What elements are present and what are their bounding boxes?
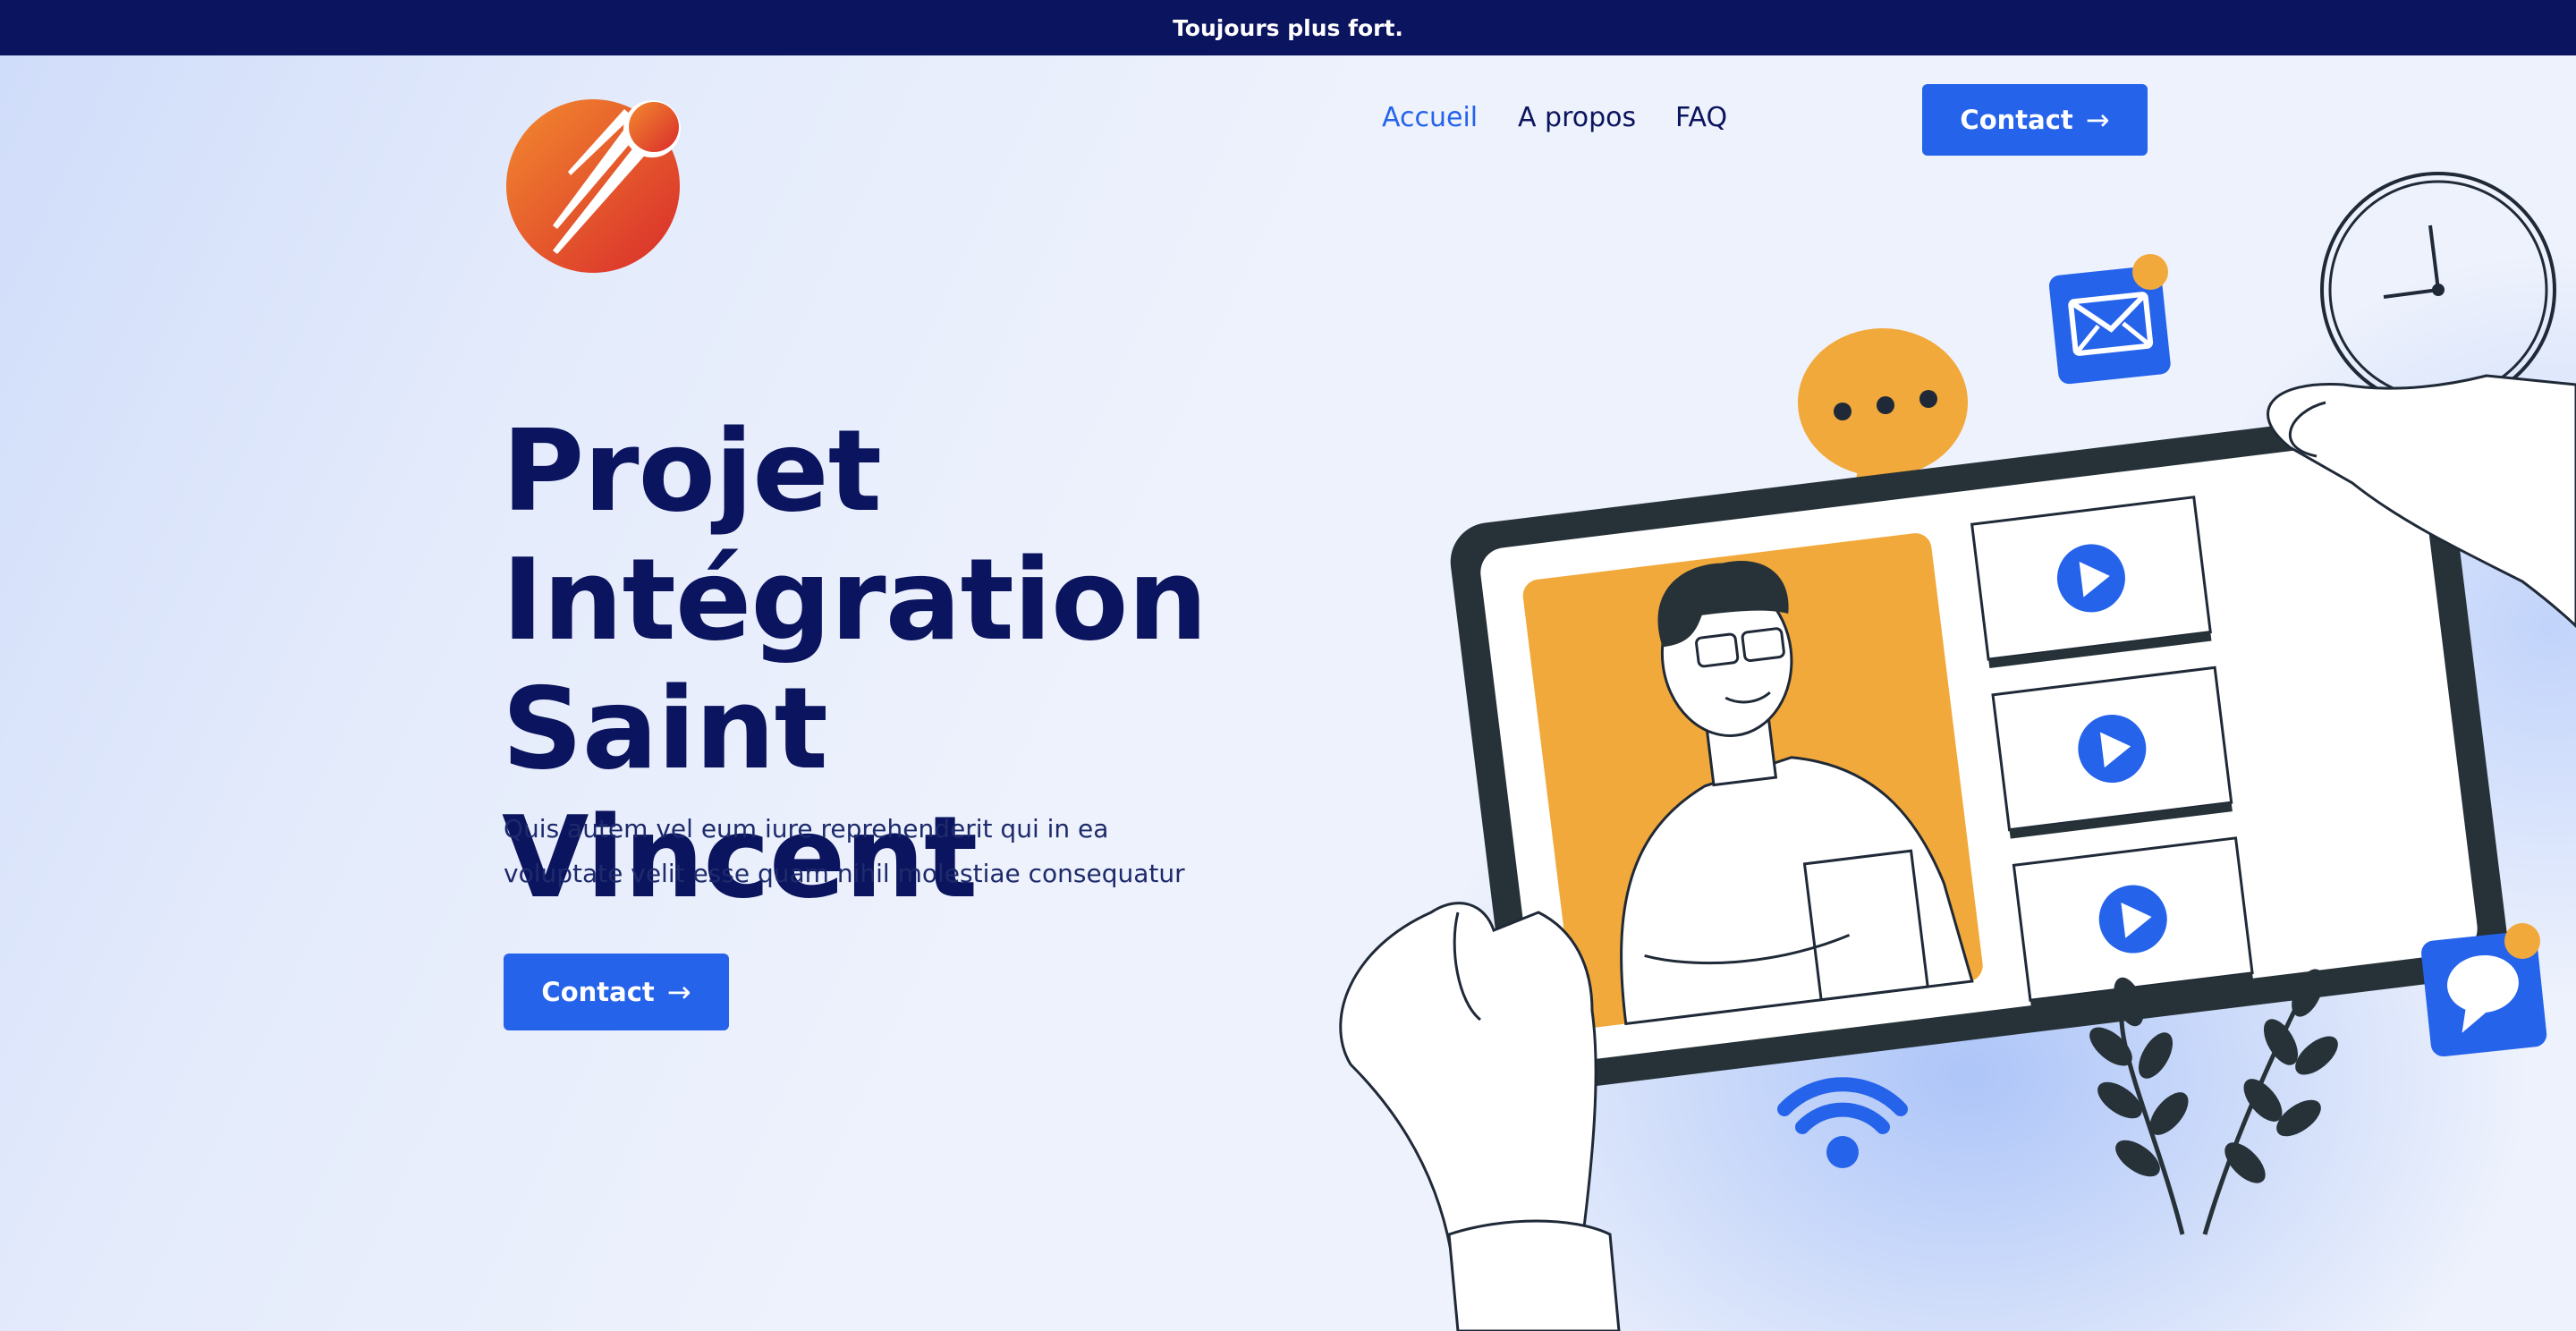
hero-title-line-2: Intégration	[502, 534, 1208, 666]
comet-logo[interactable]	[504, 95, 686, 274]
clock-icon	[2320, 172, 2556, 408]
header-contact-button[interactable]: Contact →	[1922, 84, 2148, 156]
hero-contact-label: Contact	[541, 977, 655, 1007]
nav-item-a-propos[interactable]: A propos	[1518, 102, 1636, 133]
header-contact-label: Contact	[1960, 105, 2073, 135]
hero-illustration	[1339, 172, 2576, 1331]
left-hand	[1339, 902, 1621, 1331]
arrow-right-icon: →	[666, 975, 691, 1009]
arrow-right-icon: →	[2085, 103, 2110, 137]
hero-contact-button[interactable]: Contact →	[504, 954, 729, 1030]
nav-item-accueil[interactable]: Accueil	[1382, 102, 1478, 133]
hero-subtitle: Quis autem vel eum iure reprehenderit qu…	[504, 814, 1185, 888]
announcement-text: Toujours plus fort.	[1173, 14, 1403, 41]
announcement-bar: Toujours plus fort.	[0, 0, 2576, 55]
tablet	[1450, 410, 2508, 1092]
hero-title-line-1: Projet	[502, 405, 882, 537]
wifi-icon	[1777, 1077, 1908, 1168]
nav-item-faq[interactable]: FAQ	[1675, 102, 1727, 133]
